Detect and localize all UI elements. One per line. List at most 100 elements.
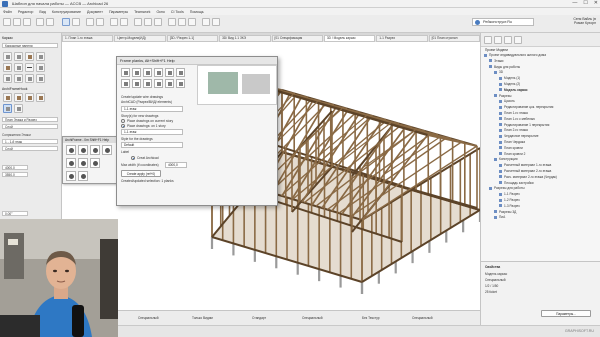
navigator-item[interactable]: Виды для работы (481, 65, 600, 70)
angle-value[interactable]: 0,00° (2, 211, 28, 216)
archiframe-roof-icon[interactable] (25, 93, 34, 102)
menu-design[interactable]: Конструирование (52, 10, 81, 14)
palette-target-icon[interactable] (102, 145, 112, 155)
floor-plan-icon[interactable] (86, 18, 94, 26)
navigator-item[interactable]: Этажи (481, 59, 600, 64)
properties-settings-button[interactable]: Параметры... (541, 310, 591, 317)
palette-select-icon[interactable] (66, 145, 76, 155)
dialog-plank-icon[interactable] (121, 68, 130, 77)
mesh-tool-icon[interactable] (36, 74, 45, 83)
navigator-item[interactable]: План 1-го этажа (481, 111, 600, 116)
navigator-item[interactable]: Модель каркас (481, 88, 600, 93)
story-field[interactable]: 1 - 1-й этаж (2, 139, 58, 144)
navigator-item[interactable]: Разрезы для работы (481, 186, 600, 191)
section-icon[interactable] (110, 18, 118, 26)
palette-join-icon[interactable] (78, 158, 88, 168)
menu-file[interactable]: Файл (3, 10, 12, 14)
navigator-item[interactable]: Проект индивидуального жилого дома (481, 53, 600, 58)
dialog-story-field[interactable]: 1-1 этаж (121, 106, 183, 112)
project-map-icon[interactable] (484, 36, 492, 44)
dialog-layer-icon[interactable] (154, 79, 163, 88)
maximize-button[interactable]: ☐ (583, 0, 587, 6)
open-file-icon[interactable] (13, 18, 21, 26)
tab-section-1-1b[interactable]: 1-1 Разрез (376, 35, 428, 42)
dialog-grid-icon[interactable] (132, 79, 141, 88)
archiframe-wall-icon[interactable] (14, 93, 23, 102)
marquee-icon[interactable] (72, 18, 80, 26)
railing-tool-icon[interactable] (25, 63, 34, 72)
status-pen-set[interactable]: Стандарт (252, 314, 266, 322)
navigator-item[interactable]: Редактирование 1 перекрытия (481, 123, 600, 128)
menu-window[interactable]: Окно (156, 10, 164, 14)
navigator-item[interactable]: Редактирование цок. перекрытия (481, 105, 600, 110)
navigator-item[interactable]: План кровли (481, 146, 600, 151)
view-map-icon[interactable] (494, 36, 502, 44)
navigator-item[interactable]: 1-3 Разрез (481, 204, 600, 209)
navigator-item[interactable]: Конструкции (481, 157, 600, 162)
palette-rotate-icon[interactable] (90, 145, 100, 155)
menu-options[interactable]: Параметры (109, 10, 128, 14)
layer-field[interactable]: Слой (2, 124, 58, 129)
menu-edit[interactable]: Редактор (18, 10, 33, 14)
redo-icon[interactable] (46, 18, 54, 26)
publisher-icon[interactable] (514, 36, 522, 44)
archiframe-select-icon[interactable] (3, 104, 12, 113)
menu-teamwork[interactable]: Teamwork (134, 10, 150, 14)
height-value[interactable]: 4000,0 (2, 165, 28, 170)
creat-archicad-checkbox[interactable] (131, 156, 135, 160)
navigator-item[interactable]: Расчетный материал 1-го этажа (481, 163, 600, 168)
layers-icon[interactable] (178, 18, 186, 26)
navigator-item[interactable]: План кровли 2 (481, 152, 600, 157)
dialog-style-select[interactable]: Default (121, 142, 183, 148)
navigator-item[interactable]: План Чердака (481, 140, 600, 145)
max-width-field[interactable]: 4000,0 (165, 162, 187, 168)
navigator-item[interactable]: 3D (481, 70, 600, 75)
tab-section-1-1[interactable]: [3D / Разрез 1-1] (166, 35, 219, 42)
radio-current-story[interactable] (121, 119, 125, 123)
offset-value[interactable]: 3550,0 (2, 172, 28, 177)
status-renovation[interactable]: Специальный (412, 314, 433, 322)
fit-window-icon[interactable] (154, 18, 162, 26)
navigator-item[interactable]: Цоколь (481, 99, 600, 104)
tab-frame-model[interactable]: 3D / Модель каркас (323, 35, 376, 42)
zoom-out-icon[interactable] (144, 18, 152, 26)
orbit-icon[interactable] (168, 18, 176, 26)
layer-field-2[interactable]: Слой (2, 146, 58, 151)
teamwork-receive-icon[interactable] (212, 18, 220, 26)
navigator-item[interactable]: Площадь застройки (481, 181, 600, 186)
slab-tool-icon[interactable] (36, 52, 45, 61)
palette-box-icon[interactable] (90, 158, 100, 168)
column-tool-icon[interactable] (14, 52, 23, 61)
navigator-item[interactable]: Модель (1) (481, 76, 600, 81)
dialog-settings-icon[interactable] (176, 79, 185, 88)
window-tool-icon[interactable] (3, 74, 12, 83)
tab-model-center[interactable]: Центр-Модели(ИД) (114, 35, 166, 42)
dialog-beam-icon[interactable] (154, 68, 163, 77)
3d-view-icon[interactable] (96, 18, 104, 26)
beam-tool-icon[interactable] (25, 52, 34, 61)
menu-view[interactable]: Вид (39, 10, 46, 14)
navigator-item[interactable]: 1-2 Разрез (481, 198, 600, 203)
palette-cut-icon[interactable] (66, 158, 76, 168)
close-button[interactable]: ✕ (594, 0, 598, 6)
arrow-tool-icon[interactable] (62, 18, 70, 26)
layout-book-icon[interactable] (504, 36, 512, 44)
dialog-story-value[interactable]: 1-1 этаж (121, 129, 183, 135)
create-apply-button[interactable]: Create apply (ref+0) (121, 170, 161, 177)
object-tool-icon[interactable] (14, 74, 23, 83)
palette-stack-icon[interactable] (78, 171, 88, 181)
navigator-item[interactable]: ПиА (481, 215, 600, 220)
elevation-icon[interactable] (120, 18, 128, 26)
archiframe-plank-icon[interactable] (3, 93, 12, 102)
radio-one-story[interactable] (121, 124, 125, 128)
menu-help[interactable]: Помощь (190, 10, 204, 14)
status-layer-combo[interactable]: Специальный (138, 314, 159, 322)
dialog-wall-icon[interactable] (132, 68, 141, 77)
navigator-item[interactable]: Расч. материал 2-го этажа (Чердак) (481, 175, 600, 180)
navigator-item[interactable]: План 2-го этажа (481, 128, 600, 133)
door-tool-icon[interactable] (36, 63, 45, 72)
palette-truck-icon[interactable] (66, 171, 76, 181)
menu-document[interactable]: Документ (87, 10, 103, 14)
save-icon[interactable] (23, 18, 31, 26)
minimize-button[interactable]: — (572, 0, 577, 6)
